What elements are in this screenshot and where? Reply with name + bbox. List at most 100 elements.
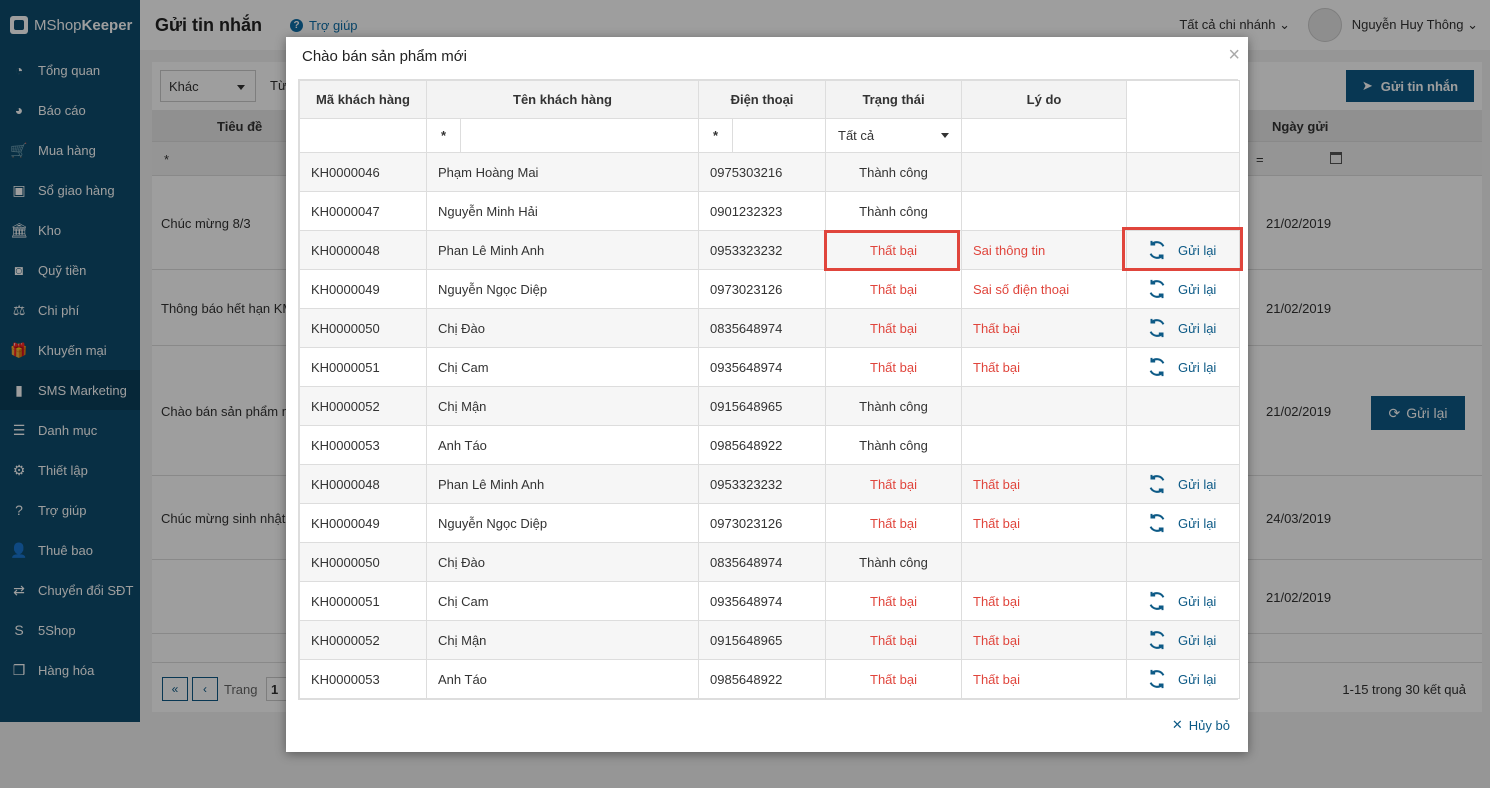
refresh-icon <box>1146 590 1168 612</box>
column-reason[interactable]: Lý do <box>961 80 1127 119</box>
cell-reason: Thất bại <box>961 503 1127 543</box>
cell-status: Thất bại <box>825 269 962 309</box>
filter-reason[interactable] <box>961 118 1127 153</box>
cell-status: Thành công <box>825 152 962 192</box>
table-row: KH0000053 Anh Táo 0985648922 Thành công <box>299 425 1240 465</box>
send-result-modal: Chào bán sản phẩm mới × Mã khách hàng Tê… <box>286 37 1248 752</box>
table-row: KH0000047 Nguyễn Minh Hải 0901232323 Thành … <box>299 191 1240 231</box>
cell-action: Gửi lại <box>1126 620 1240 660</box>
resend-button[interactable]: Gửi lại <box>1138 356 1228 378</box>
refresh-icon <box>1146 278 1168 300</box>
cell-action <box>1126 425 1240 465</box>
cell-action: Gửi lại <box>1126 659 1240 699</box>
cell-phone: 0935648974 <box>698 347 826 387</box>
cell-phone: 0901232323 <box>698 191 826 231</box>
cell-customer-code: KH0000049 <box>299 269 427 309</box>
resend-button[interactable]: Gửi lại <box>1138 473 1228 495</box>
status-filter-select[interactable]: Tất cả <box>825 118 962 153</box>
highlight-status-box <box>824 230 960 271</box>
column-status[interactable]: Trạng thái <box>825 80 962 119</box>
cell-customer-code: KH0000046 <box>299 152 427 192</box>
table-row: KH0000050 Chị Đào 0835648974 Thất bại Thất b… <box>299 308 1240 348</box>
table-row: KH0000052 Chị Mận 0915648965 Thành công <box>299 386 1240 426</box>
cell-customer-name: Nguyễn Ngọc Diệp <box>426 269 699 309</box>
cell-phone: 0953323232 <box>698 230 826 270</box>
cell-customer-code: KH0000050 <box>299 308 427 348</box>
cell-customer-code: KH0000052 <box>299 620 427 660</box>
cell-customer-name: Chị Mận <box>426 386 699 426</box>
resend-button[interactable]: Gửi lại <box>1138 590 1228 612</box>
cell-reason: Thất bại <box>961 581 1127 621</box>
cell-status: Thành công <box>825 425 962 465</box>
column-action <box>1126 80 1240 119</box>
cell-customer-name: Chị Cam <box>426 581 699 621</box>
cancel-button[interactable]: ✕ Hủy bỏ <box>1172 717 1230 733</box>
cell-customer-name: Anh Táo <box>426 425 699 465</box>
filter-operator[interactable]: * <box>699 119 733 152</box>
refresh-icon <box>1146 473 1168 495</box>
filter-operator[interactable]: * <box>427 119 461 152</box>
table-row: KH0000052 Chị Mận 0915648965 Thất bại Thất b… <box>299 620 1240 660</box>
cell-customer-code: KH0000051 <box>299 581 427 621</box>
table-row: KH0000051 Chị Cam 0935648974 Thất bại Thất b… <box>299 347 1240 387</box>
cell-phone: 0835648974 <box>698 308 826 348</box>
filter-customer-name[interactable]: * <box>426 118 699 153</box>
cell-status: Thất bại <box>825 581 962 621</box>
table-row: KH0000051 Chị Cam 0935648974 Thất bại Thất b… <box>299 581 1240 621</box>
cell-customer-name: Chị Đào <box>426 308 699 348</box>
column-phone[interactable]: Điện thoại <box>698 80 826 119</box>
cell-customer-code: KH0000049 <box>299 503 427 543</box>
chevron-down-icon <box>941 133 949 138</box>
resend-label: Gửi lại <box>1178 515 1217 531</box>
cell-status: Thất bại <box>825 464 962 504</box>
cell-reason: Thất bại <box>961 659 1127 699</box>
highlight-resend-box <box>1122 227 1243 271</box>
refresh-icon <box>1146 317 1168 339</box>
cell-customer-code: KH0000051 <box>299 347 427 387</box>
cell-status: Thất bại <box>825 308 962 348</box>
cell-action <box>1126 152 1240 192</box>
cell-action: Gửi lại <box>1126 464 1240 504</box>
refresh-icon <box>1146 629 1168 651</box>
table-row: KH0000050 Chị Đào 0835648974 Thành công <box>299 542 1240 582</box>
cell-reason: Thất bại <box>961 464 1127 504</box>
resend-label: Gửi lại <box>1178 476 1217 492</box>
cell-phone: 0975303216 <box>698 152 826 192</box>
cell-reason <box>961 386 1127 426</box>
column-customer-name[interactable]: Tên khách hàng <box>426 80 699 119</box>
column-customer-code[interactable]: Mã khách hàng <box>299 80 427 119</box>
cell-status: Thành công <box>825 191 962 231</box>
resend-button[interactable]: Gửi lại <box>1138 512 1228 534</box>
cell-reason: Thất bại <box>961 308 1127 348</box>
cell-customer-name: Phạm Hoàng Mai <box>426 152 699 192</box>
cell-action: Gửi lại <box>1126 503 1240 543</box>
resend-label: Gửi lại <box>1178 593 1217 609</box>
cell-customer-name: Phan Lê Minh Anh <box>426 230 699 270</box>
cell-phone: 0985648922 <box>698 659 826 699</box>
table-row: KH0000048 Phan Lê Minh Anh 0953323232 Thất … <box>299 464 1240 504</box>
filter-customer-code[interactable] <box>299 118 427 153</box>
cell-phone: 0985648922 <box>698 425 826 465</box>
cell-customer-name: Chị Đào <box>426 542 699 582</box>
refresh-icon <box>1146 512 1168 534</box>
resend-button[interactable]: Gửi lại <box>1138 629 1228 651</box>
cell-status: Thành công <box>825 542 962 582</box>
cell-customer-code: KH0000052 <box>299 386 427 426</box>
cell-customer-name: Nguyễn Minh Hải <box>426 191 699 231</box>
resend-label: Gửi lại <box>1178 320 1217 336</box>
close-icon[interactable]: × <box>1228 44 1240 67</box>
cell-status: Thất bại <box>825 659 962 699</box>
cell-phone: 0915648965 <box>698 386 826 426</box>
resend-button[interactable]: Gửi lại <box>1138 278 1228 300</box>
cell-customer-name: Phan Lê Minh Anh <box>426 464 699 504</box>
cell-status: Thành công <box>825 386 962 426</box>
cell-action: Gửi lại <box>1126 308 1240 348</box>
resend-button[interactable]: Gửi lại <box>1138 668 1228 690</box>
resend-label: Gửi lại <box>1178 671 1217 687</box>
filter-phone[interactable]: * <box>698 118 826 153</box>
cell-customer-code: KH0000050 <box>299 542 427 582</box>
resend-button[interactable]: Gửi lại <box>1138 317 1228 339</box>
cell-customer-code: KH0000048 <box>299 230 427 270</box>
cell-action <box>1126 191 1240 231</box>
cell-reason <box>961 191 1127 231</box>
